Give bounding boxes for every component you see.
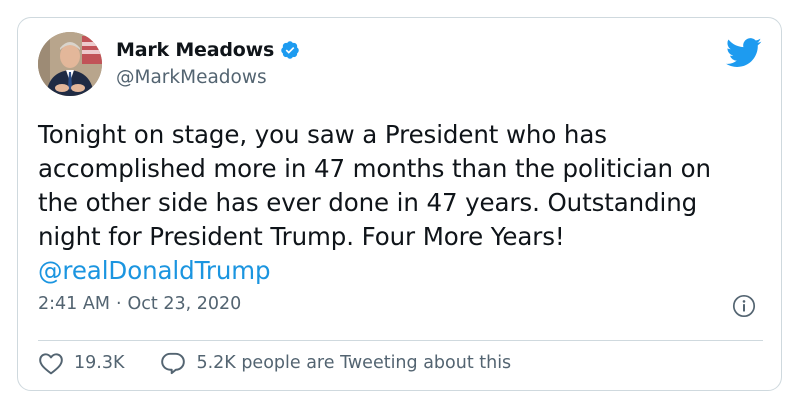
- reply-button[interactable]: 5.2K people are Tweeting about this: [160, 351, 511, 375]
- heart-icon: [39, 353, 63, 375]
- tweet-time[interactable]: 2:41 AM: [38, 294, 110, 314]
- speech-bubble-icon: [161, 352, 186, 375]
- timestamp-separator: ·: [115, 294, 122, 314]
- author-display-name[interactable]: Mark Meadows: [116, 39, 274, 61]
- mention-link[interactable]: @realDonaldTrump: [38, 256, 271, 285]
- divider: [38, 340, 763, 341]
- author-handle[interactable]: @MarkMeadows: [116, 67, 267, 88]
- tweet-text: Tonight on stage, you saw a President wh…: [38, 118, 758, 288]
- info-icon[interactable]: [732, 294, 756, 318]
- avatar-photo: [38, 32, 102, 96]
- action-bar: 19.3K 5.2K people are Tweeting about thi…: [38, 351, 511, 375]
- tweet-date[interactable]: Oct 23, 2020: [128, 294, 242, 314]
- like-button[interactable]: 19.3K: [38, 351, 124, 375]
- reply-label: 5.2K people are Tweeting about this: [196, 353, 512, 373]
- twitter-bird-icon[interactable]: [726, 38, 762, 68]
- like-count: 19.3K: [74, 353, 125, 373]
- avatar[interactable]: [38, 32, 102, 96]
- timestamp[interactable]: 2:41 AM · Oct 23, 2020: [38, 294, 241, 314]
- tweet-body: Tonight on stage, you saw a President wh…: [38, 120, 711, 251]
- verified-badge-icon: [280, 40, 300, 60]
- tweet-card[interactable]: Mark Meadows @MarkMeadows Tonight on sta…: [17, 17, 782, 391]
